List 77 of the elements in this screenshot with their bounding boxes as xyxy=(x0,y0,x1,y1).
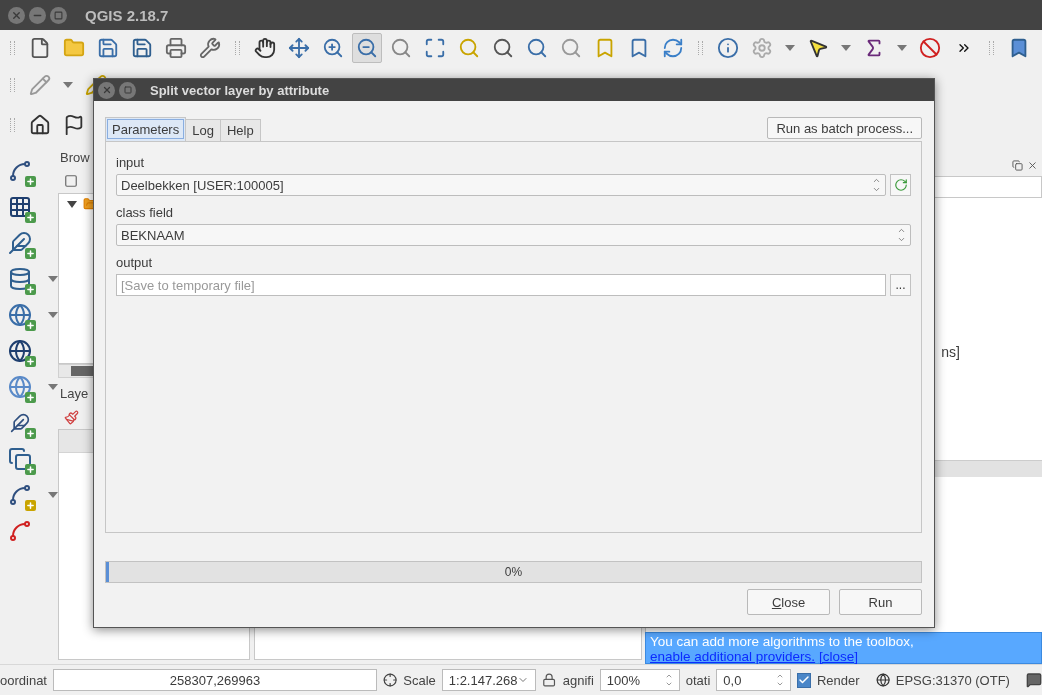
maximize-icon xyxy=(54,10,63,20)
minimize-button[interactable] xyxy=(29,6,46,24)
status-label: otati xyxy=(685,672,711,688)
maximize-icon xyxy=(123,86,132,94)
save-as-icon xyxy=(131,37,153,59)
tab[interactable]: Log xyxy=(185,119,221,141)
refresh-icon xyxy=(662,37,684,59)
tab[interactable]: Help xyxy=(219,119,261,141)
caret-icon[interactable] xyxy=(63,82,73,88)
status-label: oordinat xyxy=(0,672,47,688)
panel-title: Laye xyxy=(59,385,90,403)
save-icon xyxy=(97,37,119,59)
magnifier-icon xyxy=(560,37,582,59)
close-icon xyxy=(11,9,22,21)
message-icon[interactable] xyxy=(1025,671,1042,689)
tree-item: ns] xyxy=(941,344,960,360)
close-icon[interactable] xyxy=(1027,159,1038,171)
pencil-icon xyxy=(29,74,51,96)
new-file-icon xyxy=(29,37,51,59)
refresh-icon xyxy=(893,178,908,192)
checkbox-label: Render xyxy=(816,672,860,688)
layer-dropdown[interactable]: Deelbekken [USER:100005] xyxy=(116,174,886,196)
status-label: agnifi xyxy=(562,672,594,688)
printer-icon xyxy=(165,37,187,59)
home-icon xyxy=(29,114,51,136)
info-icon xyxy=(717,37,739,59)
field-label: class field xyxy=(116,203,174,222)
close-button[interactable] xyxy=(98,81,115,99)
zoom-out-icon xyxy=(356,37,378,59)
magnifier-field[interactable]: 100% xyxy=(599,669,680,691)
crs-label[interactable]: EPSG:31370 (OTF) xyxy=(895,672,1010,688)
field-dropdown[interactable]: BEKNAAM xyxy=(116,224,911,246)
caret-icon[interactable] xyxy=(841,45,851,51)
progress-text: 0% xyxy=(504,565,523,579)
run-button[interactable]: Run xyxy=(839,589,922,615)
browse-button[interactable]: ... xyxy=(890,274,911,296)
close-icon xyxy=(101,85,112,95)
batch-button[interactable]: Run as batch process... xyxy=(767,117,922,139)
close-button[interactable] xyxy=(8,6,25,24)
rotation-field[interactable]: 0,0 xyxy=(716,669,791,691)
add-icon[interactable] xyxy=(64,174,78,188)
magnifier-icon xyxy=(390,37,412,59)
output-field[interactable]: [Save to temporary file] xyxy=(116,274,886,296)
gear-icon xyxy=(751,37,773,59)
close-button[interactable]: Close xyxy=(747,589,830,615)
wrench-icon xyxy=(199,37,221,59)
window-title: QGIS 2.18.7 xyxy=(85,6,169,24)
flag-icon xyxy=(63,114,85,136)
expand-icon[interactable] xyxy=(67,200,77,208)
globe-icon[interactable] xyxy=(875,672,890,688)
caret-icon[interactable] xyxy=(785,45,795,51)
zoom-in-icon xyxy=(322,37,344,59)
hand-icon xyxy=(254,37,276,59)
coordinate-field[interactable]: 258307,269963 xyxy=(53,669,377,691)
move-icon xyxy=(288,37,310,59)
magnifier-icon xyxy=(458,37,480,59)
panel-title: Brow xyxy=(59,149,91,167)
render-checkbox[interactable] xyxy=(796,672,811,688)
scale-dropdown[interactable]: 1:2.147.268 xyxy=(441,669,537,691)
refresh-button[interactable] xyxy=(890,174,911,196)
float-icon[interactable] xyxy=(1012,159,1023,171)
zoom-full-icon xyxy=(424,37,446,59)
message-bar: You can add more algorithms to the toolbox, enable additional providers. [close] xyxy=(645,632,1042,664)
deselect-icon xyxy=(919,37,941,59)
field-label: input xyxy=(116,153,145,172)
lock-icon[interactable] xyxy=(542,672,557,688)
status-label: Scale xyxy=(403,672,436,688)
folder-icon xyxy=(63,37,85,59)
crosshair-icon[interactable] xyxy=(383,672,398,688)
magnifier-icon xyxy=(492,37,514,59)
magnifier-icon xyxy=(526,37,548,59)
caret-icon[interactable] xyxy=(897,45,907,51)
dialog-title: Split vector layer by attribute xyxy=(150,82,330,98)
paintbrush-icon[interactable] xyxy=(64,409,79,425)
field-label: output xyxy=(116,253,153,272)
pointer-icon xyxy=(807,37,829,59)
tab[interactable]: Parameters xyxy=(105,117,187,141)
